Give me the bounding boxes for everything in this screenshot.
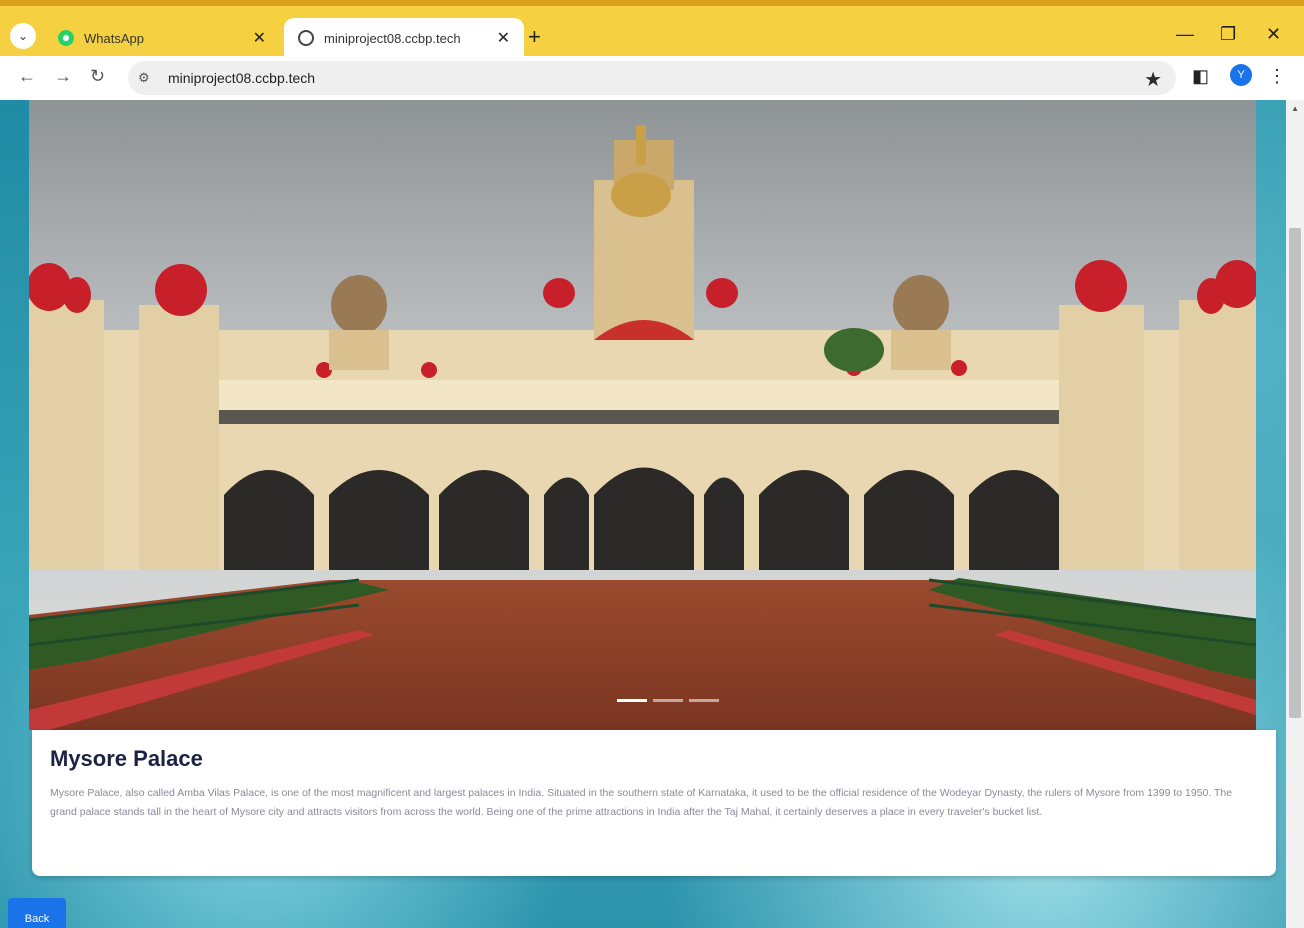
site-settings-icon[interactable]: ⚙ xyxy=(138,70,156,86)
tab-close-icon[interactable]: ✕ xyxy=(497,28,510,48)
profile-avatar[interactable]: Y xyxy=(1230,64,1252,86)
restore-icon[interactable]: ❐ xyxy=(1220,24,1236,45)
tab-whatsapp[interactable]: WhatsApp ✕ xyxy=(44,18,280,58)
tab-close-icon[interactable]: ✕ xyxy=(253,28,266,48)
scroll-up-arrow-icon[interactable]: ▲ xyxy=(1291,104,1299,113)
close-window-icon[interactable]: ✕ xyxy=(1266,24,1281,45)
place-title: Mysore Palace xyxy=(50,746,203,771)
forward-arrow-icon[interactable]: → xyxy=(54,66,72,87)
vertical-scrollbar[interactable]: ▲ xyxy=(1286,100,1304,928)
tab-title: WhatsApp xyxy=(84,30,144,46)
back-arrow-icon[interactable]: ← xyxy=(18,66,36,87)
bookmark-star-icon[interactable]: ★ xyxy=(1144,67,1162,92)
browser-toolbar: ← → ↻ ⚙ miniproject08.ccbp.tech ★ ◧ ⋮ xyxy=(0,56,1304,100)
whatsapp-icon xyxy=(58,30,74,46)
reload-icon[interactable]: ↻ xyxy=(90,66,105,87)
hero-image-mysore-palace xyxy=(29,100,1256,730)
address-bar[interactable]: ⚙ miniproject08.ccbp.tech ★ xyxy=(128,61,1176,95)
place-description: Mysore Palace, also called Amba Vilas Pa… xyxy=(50,787,1233,818)
side-panel-icon[interactable]: ◧ xyxy=(1192,66,1209,87)
description-card: Mysore Palace Mysore Palace, also called… xyxy=(32,730,1276,876)
carousel-dot[interactable] xyxy=(617,699,647,702)
tab-strip: ⌄ WhatsApp ✕ miniproject08.ccbp.tech ✕ +… xyxy=(0,0,1304,58)
url-text[interactable]: miniproject08.ccbp.tech xyxy=(168,70,315,86)
carousel-dot[interactable] xyxy=(653,699,683,702)
new-tab-button[interactable]: + xyxy=(528,26,541,48)
tab-search-chevron-icon[interactable]: ⌄ xyxy=(10,23,36,49)
carousel-indicators xyxy=(617,699,719,702)
globe-icon xyxy=(298,30,314,46)
scrollbar-thumb[interactable] xyxy=(1289,228,1301,718)
page-viewport: Mysore Palace Mysore Palace, also called… xyxy=(0,100,1304,928)
carousel-dot[interactable] xyxy=(689,699,719,702)
minimize-icon[interactable]: — xyxy=(1176,24,1194,45)
back-button[interactable]: Back xyxy=(8,898,66,928)
tab-title: miniproject08.ccbp.tech xyxy=(324,30,461,46)
tab-miniproject[interactable]: miniproject08.ccbp.tech ✕ xyxy=(284,18,524,58)
menu-kebab-icon[interactable]: ⋮ xyxy=(1268,66,1286,87)
